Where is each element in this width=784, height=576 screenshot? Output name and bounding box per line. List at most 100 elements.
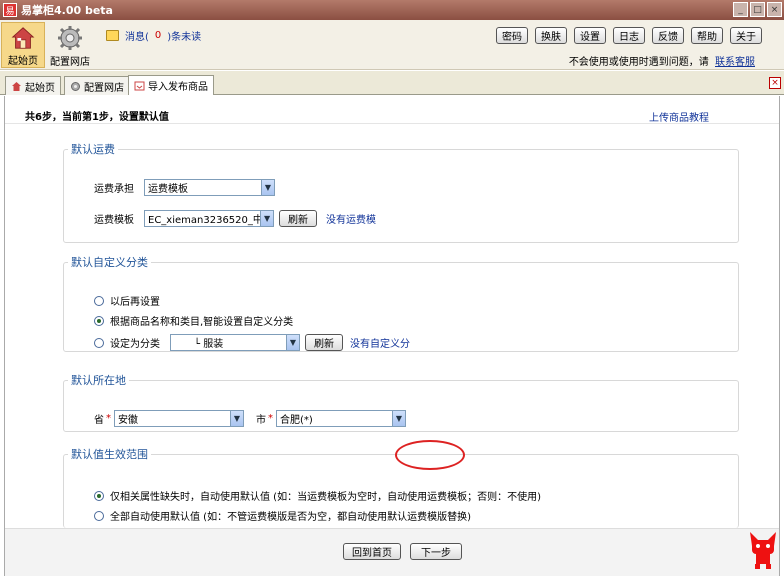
config-shop-tool-label: 配置网店 bbox=[50, 57, 90, 68]
gear-icon bbox=[58, 26, 82, 50]
carrier-value: 运费模板 bbox=[148, 184, 188, 195]
about-button[interactable]: 关于 bbox=[730, 27, 762, 44]
upload-tutorial-link[interactable]: 上传商品教程 bbox=[649, 109, 709, 124]
category-value: └ 服装 bbox=[194, 339, 224, 350]
province-value: 安徽 bbox=[118, 415, 138, 426]
tab-home[interactable]: 起始页 bbox=[5, 76, 61, 95]
chevron-down-icon: ▼ bbox=[286, 335, 299, 350]
footer-bar: 回到首页 下一步 bbox=[5, 528, 779, 576]
back-to-home-button[interactable]: 回到首页 bbox=[343, 543, 401, 560]
category-option-later-label: 以后再设置 bbox=[110, 297, 160, 308]
close-button[interactable]: × bbox=[767, 2, 782, 17]
category-option-set-label: 设定为分类 bbox=[110, 339, 160, 350]
chevron-down-icon: ▼ bbox=[392, 411, 405, 426]
city-value: 合肥(*) bbox=[280, 415, 313, 426]
message-prefix: 消息( bbox=[125, 32, 149, 43]
home-tool-button[interactable]: 起始页 bbox=[1, 22, 45, 68]
header-toolbar: 起始页 配置网店 消息( 0 )条未读 密码 换肤 设置 日志 反馈 帮助 关于… bbox=[0, 20, 784, 70]
city-label: 市 bbox=[256, 415, 266, 426]
shipping-legend: 默认运费 bbox=[71, 143, 115, 156]
window-controls: _ □ × bbox=[733, 2, 782, 17]
chevron-down-icon: ▼ bbox=[261, 180, 274, 195]
category-option-later[interactable]: 以后再设置 bbox=[94, 293, 160, 308]
template-value: EC_xieman3236520_中通快 bbox=[148, 215, 261, 226]
chevron-down-icon: ▼ bbox=[260, 211, 273, 226]
carrier-select[interactable]: 运费模板 ▼ bbox=[144, 179, 275, 196]
carrier-row: 运费承担 运费模板 ▼ bbox=[94, 179, 275, 196]
help-button[interactable]: 帮助 bbox=[691, 27, 723, 44]
shipping-section: 默认运费 运费承担 运费模板 ▼ 运费模板 EC_xieman3236520_中… bbox=[63, 141, 739, 243]
log-button[interactable]: 日志 bbox=[613, 27, 645, 44]
gear-icon bbox=[71, 81, 80, 91]
password-button[interactable]: 密码 bbox=[496, 27, 528, 44]
location-legend: 默认所在地 bbox=[71, 374, 126, 387]
main-content: 共6步，当前第1步，设置默认值 上传商品教程 默认运费 运费承担 运费模板 ▼ … bbox=[4, 96, 780, 576]
feedback-button[interactable]: 反馈 bbox=[652, 27, 684, 44]
app-icon: 易 bbox=[3, 3, 17, 17]
step-bar: 共6步，当前第1步，设置默认值 上传商品教程 bbox=[5, 96, 779, 124]
radio-scope-all[interactable] bbox=[94, 510, 104, 521]
scope-option-missing-label: 仅相关属性缺失时，自动使用默认值 (如：当运费模板为空时，自动使用运费模板；否则… bbox=[110, 492, 541, 503]
tab-config-shop-label: 配置网店 bbox=[84, 82, 124, 94]
mascot-icon bbox=[750, 532, 776, 569]
category-legend: 默认自定义分类 bbox=[71, 256, 148, 269]
window-title: 易掌柜4.00 beta bbox=[21, 4, 113, 17]
help-line: 不会使用或使用时遇到问题，请 联系客服 bbox=[569, 53, 755, 68]
scope-option-missing[interactable]: 仅相关属性缺失时，自动使用默认值 (如：当运费模板为空时，自动使用运费模板；否则… bbox=[94, 488, 541, 503]
category-option-set[interactable]: 设定为分类 └ 服装 ▼ 刷新 没有自定义分 bbox=[94, 334, 410, 351]
help-text: 不会使用或使用时遇到问题，请 bbox=[568, 57, 709, 68]
scope-option-all[interactable]: 全部自动使用默认值 (如：不管运费模版是否为空，都自动使用默认运费模版替换) bbox=[94, 508, 471, 523]
config-shop-tool-button[interactable]: 配置网店 bbox=[48, 22, 92, 68]
category-option-smart[interactable]: 根据商品名称和类目,智能设置自定义分类 bbox=[94, 313, 293, 328]
settings-button[interactable]: 设置 bbox=[574, 27, 606, 44]
house-icon bbox=[11, 27, 35, 49]
close-tab-icon[interactable]: × bbox=[769, 77, 781, 89]
tab-config-shop[interactable]: 配置网店 bbox=[64, 76, 130, 95]
category-section: 默认自定义分类 以后再设置 根据商品名称和类目,智能设置自定义分类 设定为分类 … bbox=[63, 254, 739, 352]
province-required-mark: * bbox=[106, 413, 111, 424]
radio-set-category[interactable] bbox=[94, 337, 104, 348]
top-button-group: 密码 换肤 设置 日志 反馈 帮助 关于 bbox=[496, 27, 762, 44]
house-icon bbox=[12, 81, 21, 91]
scope-legend: 默认值生效范围 bbox=[71, 448, 148, 461]
title-bar: 易 易掌柜4.00 beta _ □ × bbox=[0, 0, 784, 20]
envelope-icon bbox=[106, 30, 119, 41]
contact-support-link[interactable]: 联系客服 bbox=[715, 57, 755, 68]
tab-import-publish-label: 导入发布商品 bbox=[148, 82, 208, 93]
province-select[interactable]: 安徽 ▼ bbox=[114, 410, 244, 427]
category-option-smart-label: 根据商品名称和类目,智能设置自定义分类 bbox=[110, 317, 294, 328]
location-section: 默认所在地 省 * 安徽 ▼ 市 * 合肥(*) ▼ bbox=[63, 372, 739, 432]
import-icon bbox=[134, 81, 145, 91]
radio-scope-missing[interactable] bbox=[94, 490, 104, 501]
no-shipping-template-link[interactable]: 没有运费模板 bbox=[326, 211, 376, 226]
minimize-button[interactable]: _ bbox=[733, 2, 748, 17]
scope-option-all-label: 全部自动使用默认值 (如：不管运费模版是否为空，都自动使用默认运费模版替换) bbox=[110, 512, 471, 523]
shipping-refresh-button[interactable]: 刷新 bbox=[279, 210, 317, 227]
message-notice[interactable]: 消息( 0 )条未读 bbox=[106, 28, 201, 43]
highlight-circle bbox=[395, 440, 465, 470]
maximize-button[interactable]: □ bbox=[750, 2, 765, 17]
tab-import-publish[interactable]: 导入发布商品 bbox=[128, 75, 214, 95]
carrier-label: 运费承担 bbox=[94, 184, 134, 195]
home-tool-label: 起始页 bbox=[8, 56, 38, 67]
next-step-button[interactable]: 下一步 bbox=[410, 543, 462, 560]
chevron-down-icon: ▼ bbox=[230, 411, 243, 426]
step-indicator: 共6步，当前第1步，设置默认值 bbox=[25, 112, 169, 123]
template-row: 运费模板 EC_xieman3236520_中通快 ▼ 刷新 没有运费模板 bbox=[94, 210, 376, 227]
tab-bar: 起始页 配置网店 导入发布商品 × bbox=[0, 71, 784, 95]
location-row: 省 * 安徽 ▼ 市 * 合肥(*) ▼ bbox=[94, 410, 406, 427]
no-custom-category-link[interactable]: 没有自定义分 bbox=[350, 335, 410, 350]
message-count: 0 bbox=[154, 30, 162, 41]
template-label: 运费模板 bbox=[94, 215, 134, 226]
radio-later[interactable] bbox=[94, 295, 104, 306]
tab-home-label: 起始页 bbox=[25, 82, 55, 94]
radio-smart[interactable] bbox=[94, 315, 104, 326]
message-suffix: )条未读 bbox=[167, 32, 202, 43]
category-select[interactable]: └ 服装 ▼ bbox=[170, 334, 300, 351]
skin-button[interactable]: 换肤 bbox=[535, 27, 567, 44]
city-select[interactable]: 合肥(*) ▼ bbox=[276, 410, 406, 427]
province-label: 省 bbox=[94, 415, 104, 426]
template-select[interactable]: EC_xieman3236520_中通快 ▼ bbox=[144, 210, 274, 227]
city-required-mark: * bbox=[268, 413, 273, 424]
category-refresh-button[interactable]: 刷新 bbox=[305, 334, 343, 351]
